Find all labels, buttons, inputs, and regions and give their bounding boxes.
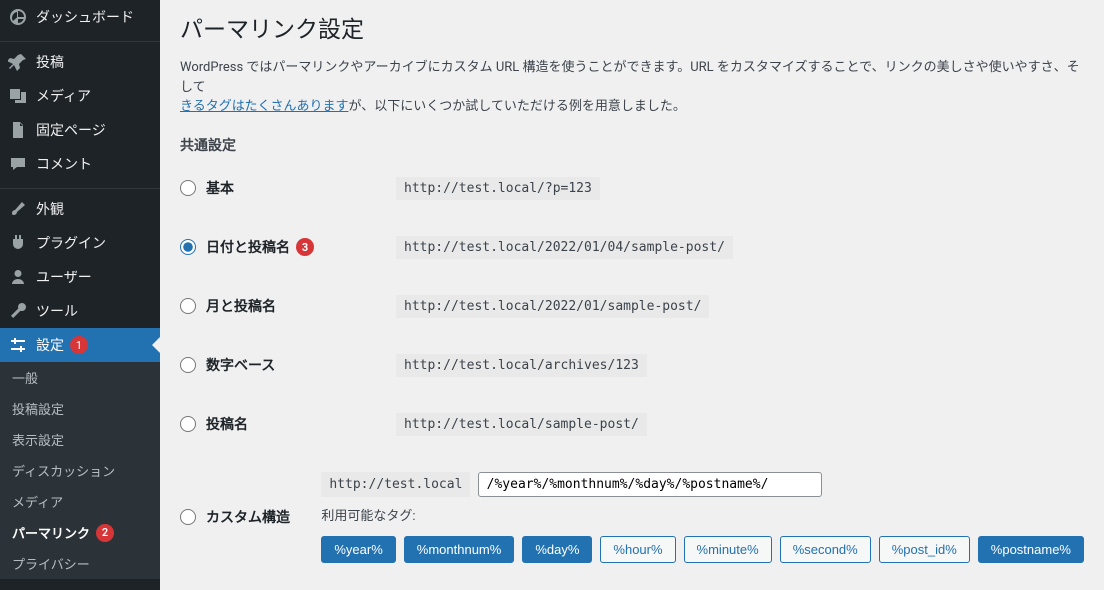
radio-month-name[interactable] [180,298,196,314]
sub-label: ディスカッション [12,461,115,480]
sidebar-item-tools[interactable]: ツール [0,294,160,328]
custom-structure-input[interactable] [478,472,822,497]
tag-button[interactable]: %minute% [684,536,772,563]
option-text: 月と投稿名 [206,296,276,316]
option-text: 日付と投稿名 [206,237,290,257]
radio-numeric[interactable] [180,357,196,373]
plugin-icon [8,233,28,253]
sub-label: パーマリンク [12,523,90,542]
tag-button[interactable]: %year% [321,536,395,563]
sidebar-label: 設定 [36,335,64,355]
sidebar-item-comments[interactable]: コメント [0,147,160,181]
tag-button[interactable]: %day% [522,536,592,563]
option-label-custom[interactable]: カスタム構造 [180,507,321,527]
tag-buttons: %year% %monthnum% %day% %hour% %minute% %seco… [321,536,1084,563]
radio-postname[interactable] [180,416,196,432]
sub-label: 表示設定 [12,430,64,449]
example-plain: http://test.local/?p=123 [396,177,600,200]
wrench-icon [8,301,28,321]
page-title: パーマリンク設定 [180,10,1084,44]
sidebar-sub-privacy[interactable]: プライバシー [0,548,160,579]
sub-label: メディア [12,492,63,511]
sidebar-label: プラグイン [36,233,106,253]
sidebar-item-appearance[interactable]: 外観 [0,192,160,226]
sidebar-item-dashboard[interactable]: ダッシュボード [0,0,160,34]
option-label-postname[interactable]: 投稿名 [180,414,396,434]
tag-button[interactable]: %postname% [978,536,1084,563]
pin-icon [8,52,28,72]
option-text: 数字ベース [206,355,275,375]
media-icon [8,86,28,106]
option-label-numeric[interactable]: 数字ベース [180,355,396,375]
sub-label: プライバシー [12,554,90,573]
radio-date-name[interactable] [180,239,196,255]
sidebar-item-settings[interactable]: 設定 1 [0,328,160,362]
sidebar-sub-general[interactable]: 一般 [0,362,160,393]
sidebar-label: コメント [36,154,92,174]
sidebar-item-posts[interactable]: 投稿 [0,45,160,79]
sidebar-label: ツール [36,301,78,321]
dashboard-icon [8,7,28,27]
sidebar-item-users[interactable]: ユーザー [0,260,160,294]
option-row-custom: カスタム構造 http://test.local 利用可能なタグ: %year%… [180,472,1084,563]
option-row-postname: 投稿名 http://test.local/sample-post/ [180,413,1084,436]
sidebar-label: ダッシュボード [36,7,134,27]
brush-icon [8,199,28,219]
admin-sidebar: ダッシュボード 投稿 メディア 固定ページ コメント 外観 [0,0,160,590]
sidebar-label: メディア [36,86,91,106]
sidebar-item-media[interactable]: メディア [0,79,160,113]
sidebar-sub-discussion[interactable]: ディスカッション [0,455,160,486]
custom-prefix: http://test.local [321,472,470,497]
radio-custom[interactable] [180,509,196,525]
option-row-date-name: 日付と投稿名 3 http://test.local/2022/01/04/sa… [180,236,1084,259]
tag-button[interactable]: %post_id% [879,536,970,563]
option-label-plain[interactable]: 基本 [180,178,396,198]
sidebar-label: 固定ページ [36,120,106,140]
available-tags-label: 利用可能なタグ: [321,505,1084,524]
option-text: カスタム構造 [206,507,290,527]
option-label-month-name[interactable]: 月と投稿名 [180,296,396,316]
intro-part1: WordPress ではパーマリンクやアーカイブにカスタム URL 構造を使うこ… [180,60,1080,95]
sidebar-label: 投稿 [36,52,64,72]
sidebar-sub-permalinks[interactable]: パーマリンク 2 [0,517,160,548]
sidebar-separator [0,37,160,42]
sidebar-sub-writing[interactable]: 投稿設定 [0,393,160,424]
option-row-plain: 基本 http://test.local/?p=123 [180,177,1084,200]
intro-link[interactable]: きるタグはたくさんあります [180,99,348,114]
example-numeric: http://test.local/archives/123 [396,354,647,377]
permalinks-badge: 2 [96,524,114,542]
example-postname: http://test.local/sample-post/ [396,413,647,436]
option-text: 基本 [206,178,234,198]
custom-right: http://test.local 利用可能なタグ: %year% %monthn… [321,472,1084,563]
sidebar-label: ユーザー [36,267,92,287]
sidebar-separator [0,184,160,189]
intro-part2: が、以下にいくつか試していただける例を用意しました。 [348,99,685,114]
sidebar-label: 外観 [36,199,64,219]
option-row-month-name: 月と投稿名 http://test.local/2022/01/sample-p… [180,295,1084,318]
radio-plain[interactable] [180,180,196,196]
tag-button[interactable]: %hour% [600,536,675,563]
tag-button[interactable]: %monthnum% [404,536,515,563]
comment-icon [8,154,28,174]
user-icon [8,267,28,287]
sidebar-sub-reading[interactable]: 表示設定 [0,424,160,455]
example-month-name: http://test.local/2022/01/sample-post/ [396,295,709,318]
sidebar-item-pages[interactable]: 固定ページ [0,113,160,147]
sidebar-item-plugins[interactable]: プラグイン [0,226,160,260]
sub-label: 一般 [12,368,38,387]
settings-badge: 1 [70,336,88,354]
option-badge: 3 [296,238,314,256]
sub-label: 投稿設定 [12,399,64,418]
sidebar-sub-media[interactable]: メディア [0,486,160,517]
option-row-numeric: 数字ベース http://test.local/archives/123 [180,354,1084,377]
sliders-icon [8,335,28,355]
example-date-name: http://test.local/2022/01/04/sample-post… [396,236,733,259]
intro-text: WordPress ではパーマリンクやアーカイブにカスタム URL 構造を使うこ… [180,58,1084,117]
option-label-date-name[interactable]: 日付と投稿名 3 [180,237,396,257]
main-content: パーマリンク設定 WordPress ではパーマリンクやアーカイブにカスタム U… [160,0,1104,590]
option-text: 投稿名 [206,414,248,434]
tag-button[interactable]: %second% [780,536,871,563]
section-heading: 共通設定 [180,135,1084,155]
page-icon [8,120,28,140]
